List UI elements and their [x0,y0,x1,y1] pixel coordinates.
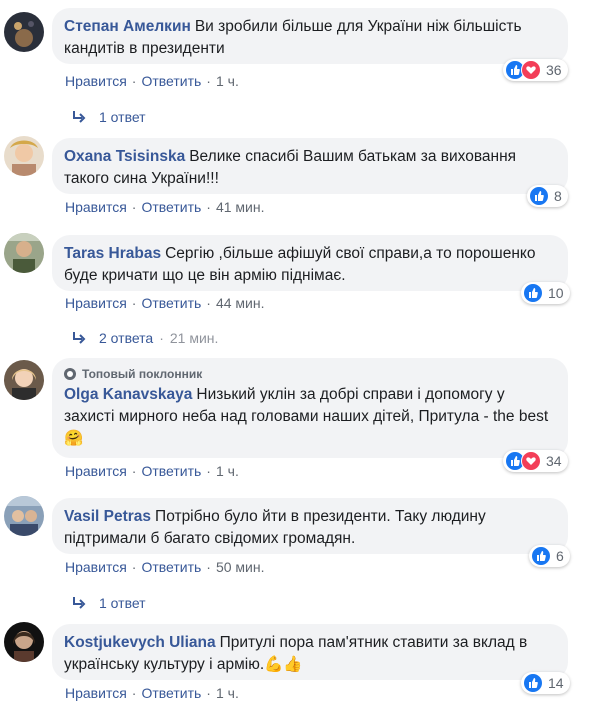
comment-actions: Нравится · Ответить · 50 мин. [65,559,265,575]
reply-link[interactable]: Ответить [141,685,201,701]
view-replies-link[interactable]: 2 ответа · 21 мин. [71,330,218,346]
reactions-summary[interactable]: 14 [521,672,570,694]
avatar[interactable] [4,496,44,536]
view-replies-link[interactable]: 1 ответ [71,109,146,125]
comment-author[interactable]: Taras Hrabas [64,245,161,262]
comment-time[interactable]: 44 мин. [216,295,265,311]
reply-link[interactable]: Ответить [141,463,201,479]
like-link[interactable]: Нравится [65,199,127,215]
reaction-count: 14 [548,675,564,691]
avatar[interactable] [4,360,44,400]
reaction-count: 34 [546,453,562,469]
like-link[interactable]: Нравится [65,295,127,311]
reactions-summary[interactable]: 36 [503,59,568,81]
reactions-summary[interactable]: 34 [503,450,568,472]
reactions-summary[interactable]: 10 [521,282,570,304]
comment-actions: Нравится · Ответить · 1 ч. [65,685,239,701]
top-fan-badge: Топовый поклонник [64,366,556,382]
comment-time[interactable]: 1 ч. [216,685,239,701]
view-replies-link[interactable]: 1 ответ [71,595,146,611]
reply-arrow-icon [73,332,86,344]
replies-count[interactable]: 1 ответ [99,595,146,611]
comment-bubble: Taras Hrabas Сергію ,більше афішуй свої с… [52,235,568,291]
comment-bubble: Степан Амелкин Ви зробили більше для Укра… [52,8,568,64]
reaction-count: 36 [546,62,562,78]
reactions-summary[interactable]: 8 [527,185,568,207]
like-link[interactable]: Нравится [65,685,127,701]
comment-author[interactable]: Olga Kanavskaya [64,386,192,403]
love-reaction-icon [521,451,541,471]
comment-time[interactable]: 50 мин. [216,559,265,575]
like-reaction-icon [529,186,549,206]
comment-bubble: Kostjukevych Uliana Притулі пора пам'ятни… [52,624,568,680]
comment-actions: Нравится · Ответить · 1 ч. [65,463,239,479]
comment-bubble: Топовый поклонник Olga Kanavskaya Низький… [52,358,568,458]
reply-link[interactable]: Ответить [141,73,201,89]
top-fan-icon [64,368,76,380]
like-reaction-icon [523,673,543,693]
like-link[interactable]: Нравится [65,463,127,479]
replies-count[interactable]: 2 ответа [99,330,153,346]
reaction-count: 8 [554,188,562,204]
reply-link[interactable]: Ответить [141,199,201,215]
avatar[interactable] [4,12,44,52]
reply-link[interactable]: Ответить [141,559,201,575]
like-reaction-icon [531,546,551,566]
like-reaction-icon [523,283,543,303]
avatar[interactable] [4,233,44,273]
comment-author[interactable]: Vasil Petras [64,508,151,525]
reactions-summary[interactable]: 6 [529,545,570,567]
comment-author[interactable]: Kostjukevych Uliana [64,634,216,651]
comment-author[interactable]: Степан Амелкин [64,18,191,35]
comment-bubble: Vasil Petras Потрібно було йти в президен… [52,498,568,554]
reaction-count: 10 [548,285,564,301]
comment-bubble: Oxana Tsisinska Велике спасибі Вашим бать… [52,138,568,194]
replies-count[interactable]: 1 ответ [99,109,146,125]
reply-link[interactable]: Ответить [141,295,201,311]
comment-actions: Нравится · Ответить · 41 мин. [65,199,265,215]
avatar[interactable] [4,622,44,662]
avatar[interactable] [4,136,44,176]
comment-actions: Нравится · Ответить · 1 ч. [65,73,239,89]
reply-arrow-icon [73,597,86,609]
reply-arrow-icon [73,111,86,123]
comment-actions: Нравится · Ответить · 44 мин. [65,295,265,311]
replies-time: 21 мин. [169,330,219,346]
like-link[interactable]: Нравится [65,73,127,89]
comment-author[interactable]: Oxana Tsisinska [64,148,185,165]
comment-time[interactable]: 41 мин. [216,199,265,215]
love-reaction-icon [521,60,541,80]
like-link[interactable]: Нравится [65,559,127,575]
comment-time[interactable]: 1 ч. [216,463,239,479]
reaction-count: 6 [556,548,564,564]
comment-time[interactable]: 1 ч. [216,73,239,89]
